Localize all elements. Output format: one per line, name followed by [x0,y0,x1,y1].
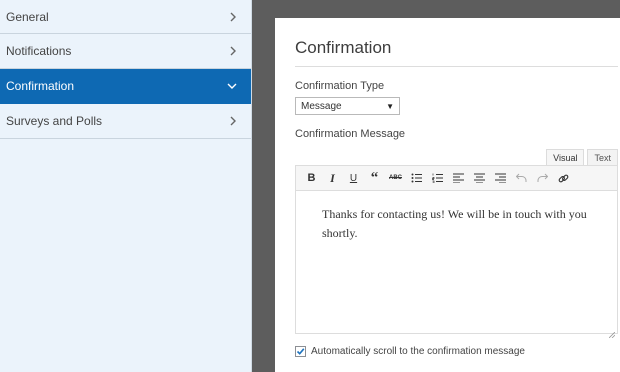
message-editor: B I U “ ABC Thanks for contacting us! We… [295,165,618,339]
auto-scroll-checkbox[interactable] [295,346,306,357]
editor-toolbar: B I U “ ABC [296,166,617,191]
tab-visual[interactable]: Visual [546,149,585,166]
sidebar-item-confirmation[interactable]: Confirmation [0,69,251,104]
sidebar-item-label: Confirmation [6,79,75,93]
dropdown-arrow-icon: ▼ [386,101,394,111]
align-left-icon[interactable] [448,168,469,188]
numbered-list-icon[interactable] [427,168,448,188]
sidebar-item-label: Surveys and Polls [6,114,103,128]
chevron-down-icon [227,82,237,90]
chevron-right-icon [229,46,237,56]
blockquote-icon[interactable]: “ [364,168,385,188]
chevron-right-icon [229,12,237,22]
auto-scroll-label: Automatically scroll to the confirmation… [311,346,525,357]
confirmation-type-label: Confirmation Type [295,80,385,92]
underline-icon[interactable]: U [343,168,364,188]
sidebar-item-surveys-and-polls[interactable]: Surveys and Polls [0,104,251,139]
bullet-list-icon[interactable] [406,168,427,188]
confirmation-type-select[interactable]: Message ▼ [295,97,400,115]
undo-icon[interactable] [511,168,532,188]
auto-scroll-option: Automatically scroll to the confirmation… [295,346,525,357]
message-text: Thanks for contacting us! We will be in … [322,207,587,240]
strikethrough-icon[interactable]: ABC [385,168,406,188]
select-value: Message [301,100,342,112]
resize-handle-icon[interactable] [608,325,616,339]
settings-sidebar: General Notifications Confirmation Surve… [0,0,252,372]
confirmation-message-label: Confirmation Message [295,128,406,140]
confirmation-panel: Confirmation Confirmation Type Message ▼… [275,18,620,372]
sidebar-item-notifications[interactable]: Notifications [0,34,251,69]
redo-icon[interactable] [532,168,553,188]
sidebar-item-general[interactable]: General [0,0,251,34]
chevron-right-icon [229,116,237,126]
align-center-icon[interactable] [469,168,490,188]
panel-title: Confirmation [295,38,392,57]
title-divider [295,66,618,67]
sidebar-item-label: General [6,9,49,24]
bold-icon[interactable]: B [301,168,322,188]
editor-tabs: Visual Text [546,149,618,166]
italic-icon[interactable]: I [322,168,343,188]
message-text-area[interactable]: Thanks for contacting us! We will be in … [296,191,617,257]
link-icon[interactable] [553,168,574,188]
tab-text[interactable]: Text [587,149,618,166]
align-right-icon[interactable] [490,168,511,188]
sidebar-item-label: Notifications [6,44,72,58]
